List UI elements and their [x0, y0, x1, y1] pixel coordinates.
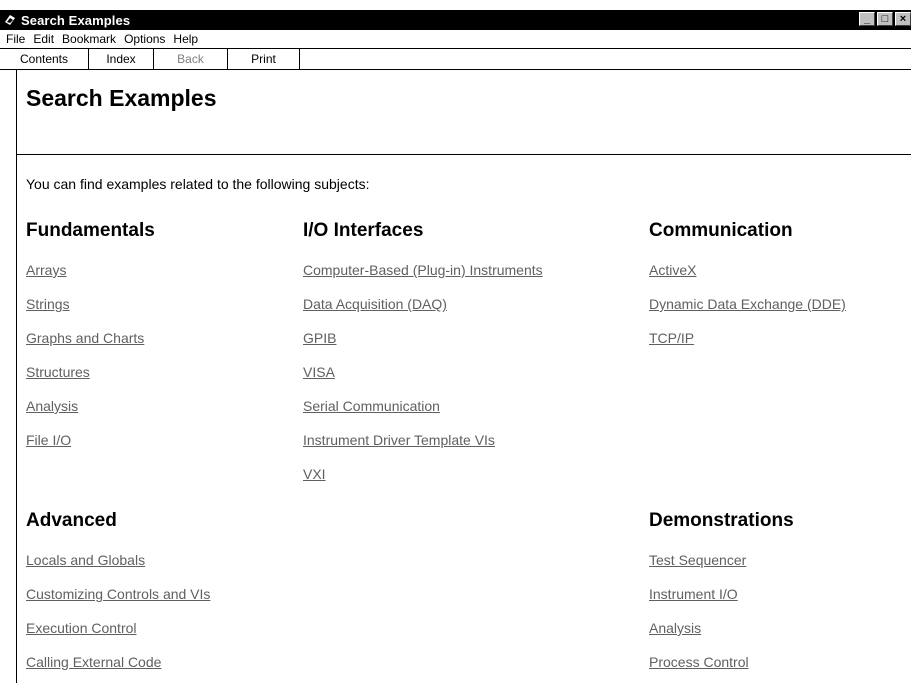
link-analysis-demo[interactable]: Analysis — [649, 620, 701, 636]
link-computer-based-instruments[interactable]: Computer-Based (Plug-in) Instruments — [303, 262, 543, 278]
contents-button[interactable]: Contents — [0, 49, 89, 69]
section-heading: Fundamentals — [26, 220, 155, 241]
print-button[interactable]: Print — [228, 49, 300, 69]
link-visa[interactable]: VISA — [303, 364, 335, 380]
link-structures[interactable]: Structures — [26, 364, 90, 380]
section-heading: I/O Interfaces — [303, 220, 424, 241]
topic-header: Search Examples — [16, 70, 911, 155]
back-button[interactable]: Back — [154, 49, 228, 69]
title-bar: Search Examples _ □ × — [0, 10, 911, 30]
link-file-io[interactable]: File I/O — [26, 432, 71, 448]
link-test-sequencer[interactable]: Test Sequencer — [649, 552, 746, 568]
link-instrument-driver-template[interactable]: Instrument Driver Template VIs — [303, 432, 495, 448]
link-graphs-and-charts[interactable]: Graphs and Charts — [26, 330, 144, 346]
page-title: Search Examples — [26, 85, 217, 111]
link-process-control[interactable]: Process Control — [649, 654, 749, 670]
menu-file[interactable]: File — [6, 32, 25, 46]
window-controls: _ □ × — [857, 12, 911, 26]
section-advanced: Advanced Locals and Globals Customizing … — [26, 510, 326, 680]
menu-help[interactable]: Help — [173, 32, 198, 46]
link-data-acquisition[interactable]: Data Acquisition (DAQ) — [303, 296, 447, 312]
link-dde[interactable]: Dynamic Data Exchange (DDE) — [649, 296, 846, 312]
link-activex[interactable]: ActiveX — [649, 262, 696, 278]
menu-bar: File Edit Bookmark Options Help — [0, 30, 911, 48]
toolbar: Contents Index Back Print — [0, 48, 911, 70]
link-locals-and-globals[interactable]: Locals and Globals — [26, 552, 145, 568]
close-icon[interactable]: × — [895, 12, 911, 26]
link-execution-control[interactable]: Execution Control — [26, 620, 137, 636]
intro-text: You can find examples related to the fol… — [26, 176, 370, 192]
link-tcp-ip[interactable]: TCP/IP — [649, 330, 694, 346]
section-io-interfaces: I/O Interfaces Computer-Based (Plug-in) … — [303, 220, 633, 490]
link-vxi[interactable]: VXI — [303, 466, 326, 482]
link-instrument-io[interactable]: Instrument I/O — [649, 586, 738, 602]
menu-edit[interactable]: Edit — [33, 32, 54, 46]
link-strings[interactable]: Strings — [26, 296, 70, 312]
menu-bookmark[interactable]: Bookmark — [62, 32, 116, 46]
section-fundamentals: Fundamentals Arrays Strings Graphs and C… — [26, 220, 276, 460]
link-calling-external-code[interactable]: Calling External Code — [26, 654, 161, 670]
index-button[interactable]: Index — [89, 49, 154, 69]
minimize-icon[interactable]: _ — [859, 12, 875, 26]
menu-options[interactable]: Options — [124, 32, 165, 46]
link-analysis[interactable]: Analysis — [26, 398, 78, 414]
link-arrays[interactable]: Arrays — [26, 262, 66, 278]
window-title: Search Examples — [21, 12, 131, 28]
help-book-icon — [3, 13, 17, 27]
section-heading: Advanced — [26, 510, 117, 531]
link-serial-communication[interactable]: Serial Communication — [303, 398, 440, 414]
maximize-icon[interactable]: □ — [877, 12, 893, 26]
section-heading: Demonstrations — [649, 510, 794, 531]
topic-content: You can find examples related to the fol… — [16, 154, 911, 683]
section-communication: Communication ActiveX Dynamic Data Excha… — [649, 220, 911, 360]
link-gpib[interactable]: GPIB — [303, 330, 336, 346]
section-heading: Communication — [649, 220, 793, 241]
link-customizing-controls[interactable]: Customizing Controls and VIs — [26, 586, 210, 602]
section-demonstrations: Demonstrations Test Sequencer Instrument… — [649, 510, 911, 680]
